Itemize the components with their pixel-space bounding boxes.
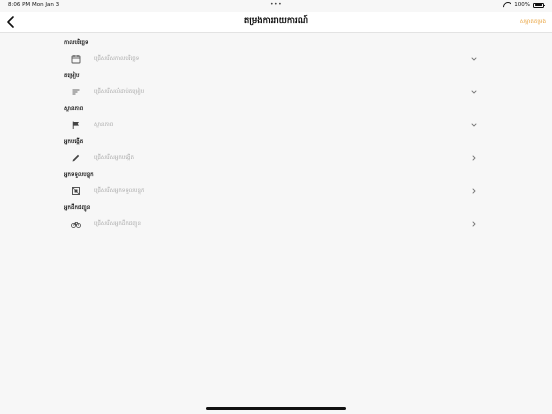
field-placeholder: ជ្រើសរើសកាលបរិច្ឆេទ — [94, 56, 140, 62]
filter-field-status: ស្ថានភាព ស្ថានភាព — [64, 105, 484, 138]
courier-picker[interactable]: ជ្រើសរើសអ្នកដឹកជញ្ជូន — [64, 216, 484, 233]
field-label: អ្នកដឹកជញ្ជូន — [64, 205, 91, 211]
filter-field-date: កាលបរិច្ឆេទ ជ្រើសរើសកាលបរិច្ឆេទ — [64, 39, 484, 72]
battery-fill — [534, 4, 543, 6]
filter-field-sort: តម្រៀប ជ្រើសរើសលំដាប់តម្រៀប — [64, 72, 484, 105]
field-label: ស្ថានភាព — [64, 106, 84, 112]
field-placeholder: ជ្រើសរើសអ្នកដឹកជញ្ជូន — [94, 221, 142, 227]
field-label: កាលបរិច្ឆេទ — [64, 40, 89, 46]
field-label: អ្នកបង្កើត — [64, 139, 84, 145]
field-placeholder: ជ្រើសរើសលំដាប់តម្រៀប — [94, 89, 145, 95]
field-label: តម្រៀប — [64, 73, 80, 79]
app-screen: 8:06 PM Mon Jan 3 ••• 100% តម្រងការរាយកា… — [0, 0, 552, 414]
navigation-bar: តម្រងការរាយការណ៍ សម្អាតតម្រង — [0, 12, 552, 33]
clear-filter-button[interactable]: សម្អាតតម្រង — [520, 18, 546, 26]
page-title: តម្រងការរាយការណ៍ — [243, 16, 309, 26]
filter-field-creator: អ្នកបង្កើត ជ្រើសរើសអ្នកបង្កើត — [64, 138, 484, 171]
sort-lines-icon — [71, 87, 81, 97]
field-label: អ្នកទទួលបន្ទុក — [64, 172, 94, 178]
battery-icon — [533, 2, 545, 8]
home-indicator[interactable] — [206, 407, 346, 410]
chevron-down-icon — [470, 55, 478, 63]
chevron-down-icon — [470, 121, 478, 129]
multitasking-dots[interactable]: ••• — [270, 1, 282, 8]
battery-percent: 100% — [514, 2, 530, 8]
status-date: Mon Jan 3 — [32, 2, 60, 8]
chevron-right-icon — [470, 187, 478, 195]
status-select[interactable]: ស្ថានភាព — [64, 117, 484, 134]
date-select[interactable]: ជ្រើសរើសកាលបរិច្ឆេទ — [64, 51, 484, 68]
status-right-group: 100% — [503, 2, 545, 8]
expand-frame-icon — [71, 186, 81, 196]
field-placeholder: ជ្រើសរើសអ្នកបង្កើត — [94, 155, 135, 161]
status-time: 8:06 PM — [8, 2, 31, 8]
calendar-icon — [71, 54, 81, 64]
field-placeholder: ស្ថានភាព — [94, 122, 114, 128]
filter-field-assignee: អ្នកទទួលបន្ទុក ជ្រើសរើសអ្នកទទួលបន្ទុក — [64, 171, 484, 204]
chevron-right-icon — [470, 154, 478, 162]
chevron-right-icon — [470, 220, 478, 228]
status-bar: 8:06 PM Mon Jan 3 ••• 100% — [0, 0, 552, 12]
wifi-icon — [503, 2, 511, 8]
filter-field-courier: អ្នកដឹកជញ្ជូន ជ្រើសរើសអ្នកដឹកជញ្ជូន — [64, 204, 484, 237]
filter-form: កាលបរិច្ឆេទ ជ្រើសរើសកាលបរិច្ឆេទ តម្រៀប ជ… — [64, 39, 484, 237]
bicycle-icon — [71, 219, 81, 229]
flag-icon — [71, 120, 81, 130]
pencil-icon — [71, 153, 81, 163]
assignee-picker[interactable]: ជ្រើសរើសអ្នកទទួលបន្ទុក — [64, 183, 484, 200]
sort-select[interactable]: ជ្រើសរើសលំដាប់តម្រៀប — [64, 84, 484, 101]
field-placeholder: ជ្រើសរើសអ្នកទទួលបន្ទុក — [94, 188, 145, 194]
chevron-down-icon — [470, 88, 478, 96]
creator-picker[interactable]: ជ្រើសរើសអ្នកបង្កើត — [64, 150, 484, 167]
